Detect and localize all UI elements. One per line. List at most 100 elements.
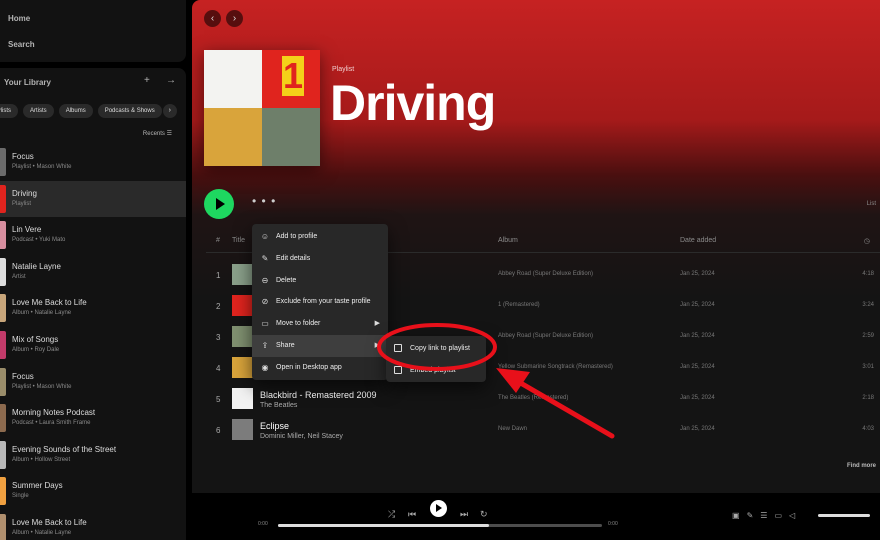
library-item[interactable]: Mix of Songs Album • Roy Dale	[0, 327, 186, 363]
track-duration: 4:03	[862, 426, 874, 432]
play-button[interactable]	[204, 189, 234, 219]
library-item[interactable]: Focus Playlist • Mason White	[0, 144, 186, 180]
library-item[interactable]: Focus Playlist • Mason White	[0, 364, 186, 400]
track-date-added: Jan 25, 2024	[680, 302, 715, 308]
track-album[interactable]: The Beatles (Remastered)	[498, 395, 568, 401]
devices-icon[interactable]: ▭	[774, 511, 782, 520]
spotify-icon: ◉	[261, 362, 269, 372]
view-list-toggle[interactable]: List	[867, 201, 876, 207]
library-title[interactable]: Your Library	[4, 78, 51, 87]
menu-item-edit-details[interactable]: ✎ Edit details	[252, 248, 388, 270]
track-duration: 4:18	[862, 271, 874, 277]
library-item[interactable]: Morning Notes Podcast Podcast • Laura Smi…	[0, 400, 186, 436]
track-album[interactable]: New Dawn	[498, 426, 527, 432]
track-artist[interactable]: Dominic Miller, Neil Stacey	[260, 433, 343, 440]
next-icon[interactable]: ⏭	[460, 509, 468, 520]
library-item-name: Evening Sounds of the Street	[12, 444, 117, 454]
filter-chip-podcasts[interactable]: Podcasts & Shows	[97, 104, 162, 118]
track-duration: 3:01	[862, 364, 874, 370]
menu-item-label: Open in Desktop app	[276, 363, 342, 371]
clock-icon[interactable]: ◷	[864, 237, 870, 245]
queue-icon[interactable]: ☰	[760, 511, 767, 520]
cover-tile-road	[262, 108, 320, 166]
track-title[interactable]: Eclipse	[260, 421, 289, 431]
library-item-name: Focus	[12, 152, 34, 161]
embed-playlist-item[interactable]: Embed playlist	[386, 359, 486, 381]
volume-slider[interactable]	[818, 514, 870, 517]
library-item-subtitle: Artist	[12, 273, 26, 280]
menu-item-share[interactable]: ⇪ Share ▶	[252, 335, 388, 357]
embed-icon	[394, 366, 402, 374]
menu-item-delete[interactable]: ⊖ Delete	[252, 270, 388, 292]
menu-item-add-to-profile[interactable]: ☺ Add to profile	[252, 226, 388, 248]
menu-item-move-to-folder[interactable]: ▭ Move to folder ▶	[252, 313, 388, 335]
arrow-right-icon[interactable]: →	[166, 75, 176, 86]
elapsed-time: 0:00	[258, 521, 268, 527]
track-album[interactable]: Abbey Road (Super Deluxe Edition)	[498, 333, 593, 339]
player-bar: ⤮ ⏮ ⏭ ↻ 0:00 0:00 ▣ ✎ ☰ ▭ ◁	[192, 497, 880, 540]
track-date-added: Jan 25, 2024	[680, 364, 715, 370]
cover-tile-white	[204, 50, 262, 108]
track-date-added: Jan 25, 2024	[680, 333, 715, 339]
forward-button[interactable]: ›	[226, 10, 243, 27]
back-button[interactable]: ‹	[204, 10, 221, 27]
track-row[interactable]: 5 Blackbird - Remastered 2009 The Beatles T…	[192, 384, 880, 414]
filter-chip-playlists[interactable]: Playlists	[0, 104, 19, 118]
copy-link-item[interactable]: Copy link to playlist	[386, 337, 486, 359]
total-time: 0:00	[608, 521, 618, 527]
library-item[interactable]: Summer Days Single	[0, 473, 186, 509]
library-item[interactable]: Love Me Back to Life Album • Natalie Layn…	[0, 510, 186, 540]
submenu-arrow-icon: ▶	[374, 320, 380, 328]
col-album[interactable]: Album	[498, 237, 518, 244]
library-item[interactable]: Lin Vere Podcast • Yuki Mato	[0, 217, 186, 253]
track-album[interactable]: 1 (Remastered)	[498, 302, 540, 308]
library-panel: Your Library + → Playlists Artists Album…	[0, 68, 186, 540]
col-title[interactable]: Title	[232, 237, 245, 244]
folder-icon: ▭	[261, 319, 269, 329]
track-artist[interactable]: The Beatles	[260, 402, 297, 409]
filter-chip-albums[interactable]: Albums	[58, 104, 93, 118]
track-title[interactable]: Blackbird - Remastered 2009	[260, 390, 377, 400]
track-date-added: Jan 25, 2024	[680, 271, 715, 277]
nav-search[interactable]: Search	[8, 40, 35, 49]
track-date-added: Jan 25, 2024	[680, 395, 715, 401]
find-more-link[interactable]: Find more	[847, 463, 876, 469]
library-item-subtitle: Playlist	[12, 200, 32, 207]
progress-bar[interactable]	[278, 524, 602, 527]
shuffle-icon[interactable]: ⤮	[388, 509, 395, 520]
library-item[interactable]: Evening Sounds of the Street Album • Holl…	[0, 437, 186, 473]
now-playing-icon[interactable]: ▣	[732, 511, 740, 520]
repeat-icon[interactable]: ↻	[480, 509, 488, 520]
filter-chip-artists[interactable]: Artists	[23, 104, 54, 118]
share-submenu: Copy link to playlist Embed playlist	[386, 336, 486, 382]
library-item[interactable]: Natalie Layne Artist	[0, 254, 186, 290]
volume-icon[interactable]: ◁	[789, 511, 795, 520]
track-row[interactable]: 6 Eclipse Dominic Miller, Neil Stacey New D…	[192, 415, 880, 445]
previous-icon[interactable]: ⏮	[408, 509, 416, 520]
track-album[interactable]: Yellow Submarine Songtrack (Remastered)	[498, 364, 613, 370]
track-duration: 2:18	[862, 395, 874, 401]
lyrics-icon[interactable]: ✎	[747, 511, 754, 520]
library-item-subtitle: Single	[12, 493, 29, 500]
more-options-icon[interactable]: • • •	[252, 194, 276, 208]
track-number: 2	[216, 302, 221, 311]
track-album[interactable]: Abbey Road (Super Deluxe Edition)	[498, 271, 593, 277]
library-item-cover	[0, 257, 6, 286]
menu-item-exclude-from-your-taste-profile[interactable]: ⊘ Exclude from your taste profile	[252, 291, 388, 313]
menu-item-open-in-desktop-app[interactable]: ◉ Open in Desktop app	[252, 357, 388, 379]
plus-icon[interactable]: +	[144, 75, 150, 86]
col-date-added[interactable]: Date added	[680, 237, 716, 244]
page-title[interactable]: Driving	[330, 74, 496, 132]
user-icon: ☺	[260, 232, 270, 241]
menu-item-label: Add to profile	[276, 233, 318, 240]
player-play-button[interactable]	[430, 500, 447, 517]
library-item-name: Natalie Layne	[12, 261, 61, 271]
sort-recents[interactable]: Recents ☰	[143, 130, 172, 137]
library-item[interactable]: Driving Playlist	[0, 180, 186, 217]
chevron-right-icon[interactable]: ›	[162, 104, 177, 118]
block-icon: ⊘	[261, 297, 269, 307]
library-item-subtitle: Podcast • Laura Smith Frame	[12, 420, 91, 427]
library-item[interactable]: Love Me Back to Life Album • Natalie Layn…	[0, 290, 186, 326]
nav-home[interactable]: Home	[8, 14, 30, 23]
library-item-subtitle: Album • Roy Dale	[12, 347, 60, 353]
